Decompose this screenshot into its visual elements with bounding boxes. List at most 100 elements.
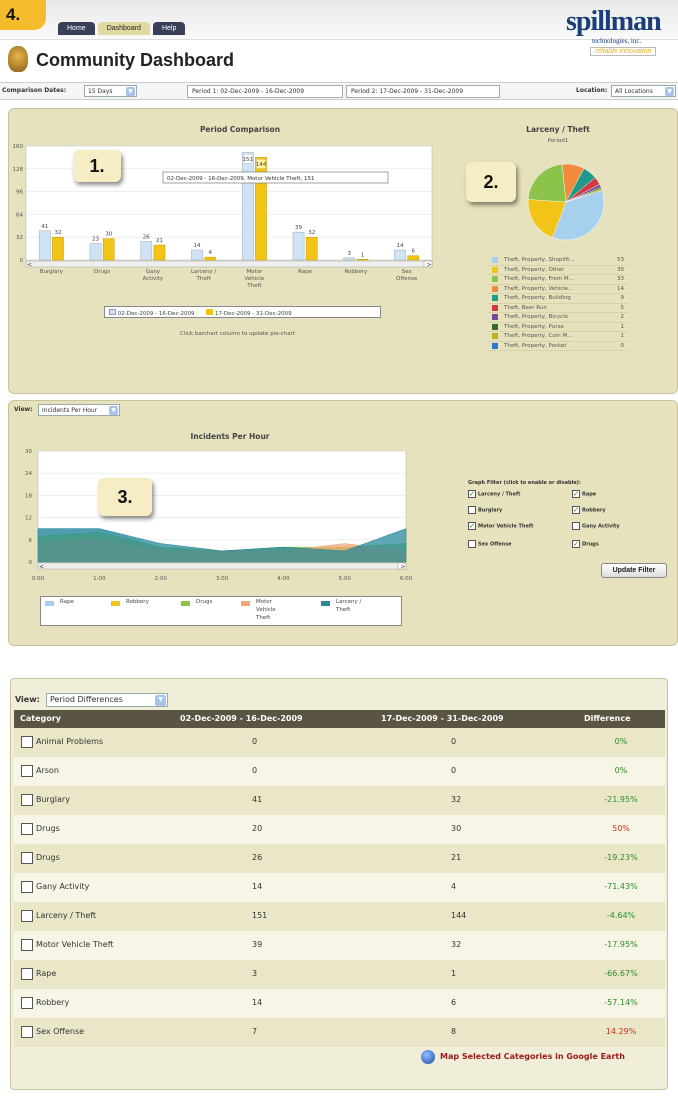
category-cell: Rape [36,969,57,978]
bar[interactable] [356,259,369,261]
row-checkbox[interactable] [21,910,33,922]
row-checkbox[interactable] [21,765,33,777]
legend-swatch [492,295,498,302]
tab-home[interactable]: Home [58,22,95,35]
filter-checkbox-item[interactable]: ✓ Motor Vehicle Theft [468,522,533,530]
bar[interactable] [305,236,318,261]
table-row: Sex Offense 7 8 14.29% [14,1018,665,1047]
category-cell: Animal Problems [36,737,104,746]
row-checkbox[interactable] [21,881,33,893]
legend-swatch [241,601,250,606]
checkbox-checked-icon[interactable]: ✓ [572,506,580,514]
checkbox-icon[interactable] [468,540,476,548]
period-1-cell: 20 [252,824,263,833]
table-row: Animal Problems 0 0 0% [14,728,665,757]
bar[interactable] [241,152,254,261]
difference-cell: 0% [614,737,628,746]
filter-checkbox-item[interactable]: ✓ Larceny / Theft [468,490,520,498]
top-bar: Home Dashboard Help spillman technologie… [0,0,678,56]
slice-value: 9 [620,295,625,302]
filter-label: Sex Offense [478,541,512,548]
location-select[interactable]: All Locations ▼ [611,85,676,97]
filter-checkbox-item[interactable]: ✓ Rape [572,490,596,498]
filter-checkbox-item[interactable]: Sex Offense [468,540,512,548]
tab-help[interactable]: Help [152,22,186,35]
legend-swatch-period-1 [109,309,116,315]
slice-label: Theft, Property, Other [504,266,565,273]
pie-legend-row: Theft, Property, From M... 33 [488,275,628,285]
data-label: 1 [361,252,365,258]
row-checkbox[interactable] [21,939,33,951]
row-checkbox[interactable] [21,1026,33,1038]
period-1-cell: 151 [252,911,268,920]
bar[interactable] [292,231,305,261]
checkbox-checked-icon[interactable]: ✓ [468,522,476,530]
chevron-down-icon: ▼ [155,695,166,706]
pie-legend-row: Theft, Beer Run 5 [488,304,628,313]
category-cell: Drugs [36,824,60,833]
category-cell: Gany Activity [36,882,90,891]
category-cell: Motor Vehicle Theft [36,940,114,949]
bar[interactable] [343,257,356,261]
tab-dashboard[interactable]: Dashboard [97,22,150,35]
data-label: 23 [92,237,99,243]
category-cell: Robbery [36,998,70,1007]
filter-checkbox-item[interactable]: ✓ Robbery [572,506,606,514]
row-checkbox[interactable] [21,823,33,835]
row-checkbox[interactable] [21,794,33,806]
table-header: Category 02-Dec-2009 - 16-Dec-2009 17-De… [14,710,665,728]
slice-label: Theft, Property, Pocket [504,342,567,349]
bar[interactable] [52,236,64,261]
bar[interactable] [140,241,153,261]
scrollbar[interactable] [25,260,433,268]
globe-icon[interactable] [421,1050,435,1064]
checkbox-checked-icon[interactable]: ✓ [572,540,580,548]
bar[interactable] [102,238,115,261]
view-select-incidents[interactable]: Incidents Per Hour ▼ [38,404,120,416]
data-label: 39 [295,225,302,231]
table-row: Arson 0 0 0% [14,757,665,786]
data-label: 14 [194,243,201,249]
checkbox-checked-icon[interactable]: ✓ [572,490,580,498]
slice-label: Theft, Property, Building [504,295,571,302]
bar[interactable] [204,256,217,261]
chevron-left-icon: < [27,262,32,269]
logo-tagline: reliable innovation [590,47,657,56]
row-checkbox[interactable] [21,997,33,1009]
filter-checkbox-item[interactable]: Gany Activity [572,522,620,530]
legend-label: Motor [256,599,272,605]
x-tick-label: Rape [298,269,313,275]
bar[interactable] [191,249,203,261]
slice-label: Theft, Property, Vehicle... [504,285,574,292]
x-tick-label: Robbery [344,269,368,275]
period-1-cell: 0 [252,737,258,746]
bar[interactable] [89,243,102,261]
legend-swatch [492,342,498,349]
scrollbar[interactable] [37,562,407,570]
comparison-dates-select[interactable]: 15 Days ▼ [84,85,137,97]
category-cell: Sex Offense [36,1027,85,1036]
map-in-google-earth-link[interactable]: Map Selected Categories in Google Earth [440,1052,625,1061]
table-row: Rape 3 1 -66.67% [14,960,665,989]
x-tick-label: Larceny / [191,269,216,275]
period-2-cell: 32 [451,940,462,949]
y-tick-label: 64 [16,212,23,218]
bar[interactable] [38,230,51,261]
row-checkbox[interactable] [21,736,33,748]
row-checkbox[interactable] [21,968,33,980]
bar[interactable] [153,244,166,261]
checkbox-icon[interactable] [572,522,580,530]
checkbox-checked-icon[interactable]: ✓ [468,490,476,498]
update-filter-button[interactable]: Update Filter [601,563,667,578]
filter-checkbox-item[interactable]: Burglary [468,506,502,514]
bar[interactable] [394,249,406,261]
bar[interactable] [407,255,420,261]
marker-2: 2. [466,162,516,202]
filter-checkbox-item[interactable]: ✓ Drugs [572,540,599,548]
slice-label: Theft, Property, Bicycle [504,314,569,321]
checkbox-icon[interactable] [468,506,476,514]
y-tick-label: 160 [13,144,24,150]
legend-swatch-period-2 [206,309,214,315]
view-select-differences[interactable]: Period Differences ▼ [46,693,168,707]
row-checkbox[interactable] [21,852,33,864]
